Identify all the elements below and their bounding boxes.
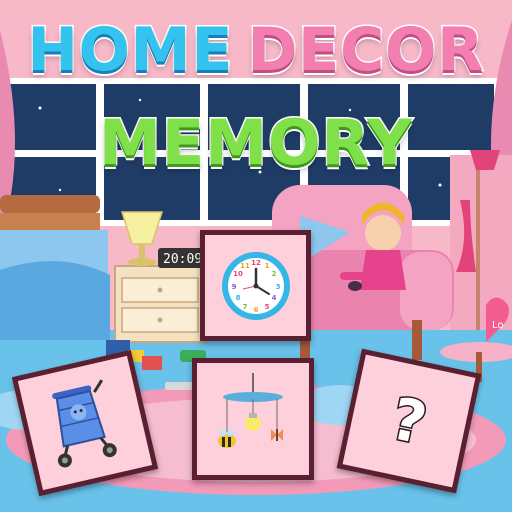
digital-clock-time: 20:09 xyxy=(163,252,202,267)
bed xyxy=(0,195,110,340)
stroller-icon xyxy=(52,379,117,468)
heart-sign-text: Lo xyxy=(492,320,504,331)
svg-text:5: 5 xyxy=(264,303,269,311)
question-mark-icon: ? xyxy=(384,383,434,460)
svg-text:11: 11 xyxy=(240,262,250,270)
baby-mobile-icon xyxy=(218,373,283,448)
nightstand xyxy=(114,265,206,343)
title-word-memory: MEMORY xyxy=(98,106,414,179)
svg-text:2: 2 xyxy=(271,270,276,278)
svg-text:9: 9 xyxy=(231,283,236,291)
title-word-decor: DECOR xyxy=(246,15,485,85)
title-word-home: HOME xyxy=(26,15,234,85)
svg-text:3: 3 xyxy=(275,283,280,291)
svg-text:6: 6 xyxy=(253,306,258,314)
digital-clock: 20:09 xyxy=(158,248,204,268)
memory-card-unknown[interactable]: ? xyxy=(336,348,482,494)
memory-card-mobile[interactable] xyxy=(192,358,314,480)
svg-text:8: 8 xyxy=(235,294,240,302)
svg-text:4: 4 xyxy=(271,294,276,302)
wall-clock-icon: 12 1 2 3 4 5 6 7 8 9 10 11 xyxy=(221,251,290,320)
svg-text:1: 1 xyxy=(264,262,269,270)
game-title-line-2: MEMORY xyxy=(0,106,512,179)
svg-text:10: 10 xyxy=(233,270,243,278)
svg-text:7: 7 xyxy=(242,303,247,311)
svg-text:12: 12 xyxy=(251,259,261,267)
game-title-line-1: HOME DECOR xyxy=(0,15,512,85)
memory-card-clock[interactable]: 12 1 2 3 4 5 6 7 8 9 10 11 xyxy=(200,230,311,341)
